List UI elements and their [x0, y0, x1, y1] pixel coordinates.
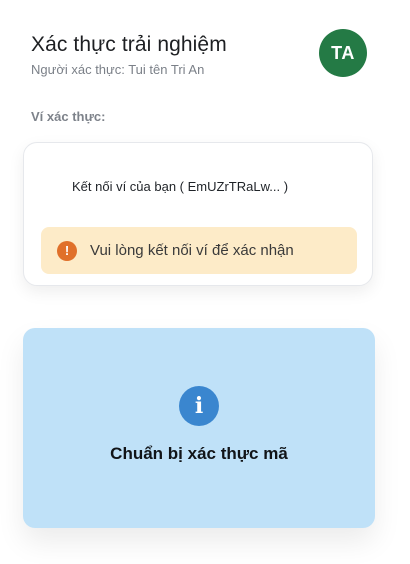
verifier-subtitle: Người xác thực: Tui tên Tri An [31, 62, 205, 77]
warning-text: Vui lòng kết nối ví để xác nhận [90, 242, 294, 259]
page-title: Xác thực trải nghiệm [31, 33, 227, 56]
wallet-section-label: Ví xác thực: [31, 109, 106, 124]
wallet-card: Kết nối ví của bạn ( EmUZrTRaLw... ) ! V… [23, 142, 373, 286]
verification-page: Xác thực trải nghiệm Người xác thực: Tui… [0, 0, 410, 564]
info-icon: i [179, 386, 219, 426]
page-header: Xác thực trải nghiệm Người xác thực: Tui… [31, 31, 331, 78]
wallet-warning-alert: ! Vui lòng kết nối ví để xác nhận [41, 227, 357, 274]
avatar[interactable]: TA [319, 29, 367, 77]
verify-code-panel: i Chuẩn bị xác thực mã [23, 328, 375, 528]
exclamation-icon: ! [57, 240, 77, 261]
verify-status-text: Chuẩn bị xác thực mã [110, 444, 288, 463]
connect-wallet-button[interactable]: Kết nối ví của bạn ( EmUZrTRaLw... ) [72, 179, 288, 194]
